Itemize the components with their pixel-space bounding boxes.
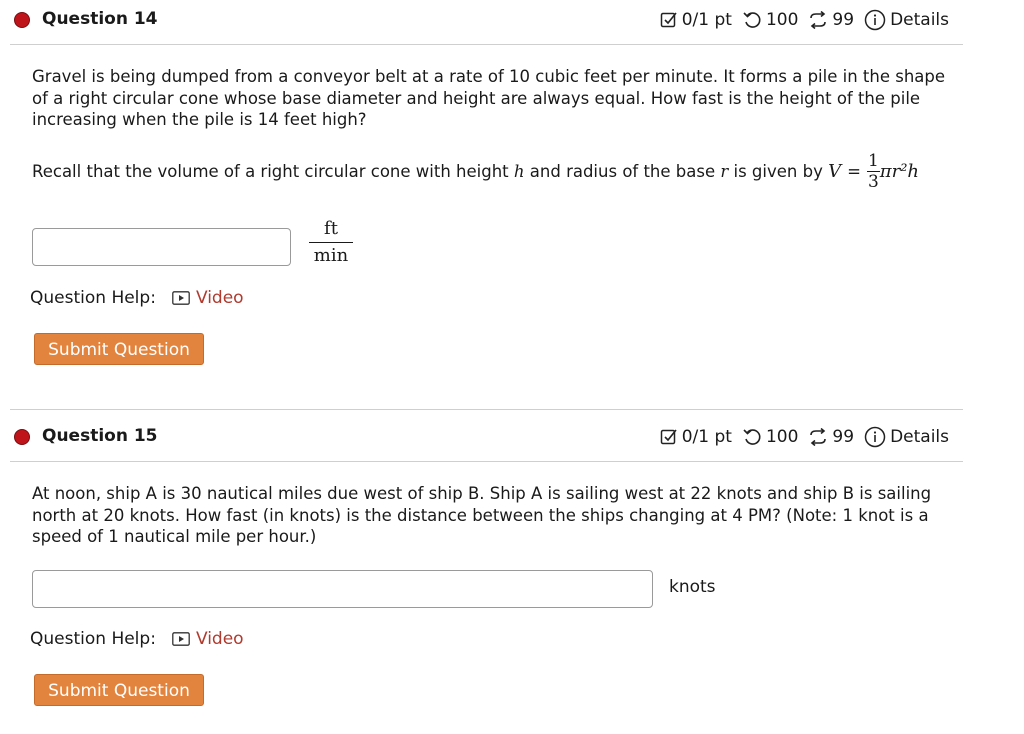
submissions-text: 99: [832, 427, 855, 447]
question-header: Question 15 0/1 pt 100 99 Details: [10, 417, 963, 462]
unit-label: knots: [669, 577, 716, 597]
checkbox-pencil-icon: [660, 12, 677, 28]
formula-lhs: V: [828, 160, 842, 182]
recall-h: h: [513, 161, 525, 181]
points-indicator: 0/1 pt: [660, 427, 732, 447]
unit-denominator: min: [313, 245, 349, 266]
submissions-indicator: 99: [808, 10, 854, 30]
details-label: Details: [890, 427, 949, 447]
info-icon: [864, 9, 886, 31]
divider: [10, 409, 963, 410]
video-link[interactable]: Video: [196, 629, 244, 649]
info-icon: [864, 426, 886, 448]
question-help: Question Help: Video: [30, 288, 244, 308]
unit-numerator: ft: [309, 218, 353, 243]
question-help: Question Help: Video: [30, 629, 244, 649]
question-15: Question 15 0/1 pt 100 99 Details At noo…: [0, 409, 1024, 734]
question-text: Gravel is being dumped from a conveyor b…: [32, 67, 946, 129]
formula-recall-text: Recall that the volume of a right circul…: [32, 152, 952, 191]
undo-icon: [743, 429, 761, 445]
submit-question-button[interactable]: Submit Question: [34, 674, 204, 706]
unit-fraction: ft min: [309, 218, 353, 266]
formula-frac-den: 3: [867, 172, 879, 192]
help-label: Question Help:: [30, 629, 156, 649]
recall-mid: and radius of the base: [524, 161, 721, 181]
undo-icon: [743, 12, 761, 28]
formula-equals: =: [847, 161, 861, 181]
submissions-text: 99: [832, 10, 855, 30]
answer-input[interactable]: [32, 228, 291, 266]
question-14: Question 14 0/1 pt 100 99 Details Gravel…: [0, 0, 1024, 400]
formula-rest: πr²h: [879, 160, 920, 182]
help-label: Question Help:: [30, 288, 156, 308]
details-link[interactable]: Details: [864, 426, 949, 448]
recall-prefix: Recall that the volume of a right circul…: [32, 161, 514, 181]
status-dot: [14, 12, 30, 28]
details-link[interactable]: Details: [864, 9, 949, 31]
points-text: 0/1 pt: [681, 10, 732, 30]
retries-indicator: 100: [742, 10, 798, 30]
question-meta: 0/1 pt 100 99 Details: [650, 426, 949, 448]
question-meta: 0/1 pt 100 99 Details: [650, 9, 949, 31]
question-header: Question 14 0/1 pt 100 99 Details: [10, 0, 963, 45]
repeat-icon: [810, 11, 827, 29]
question-title: Question 14: [42, 9, 158, 29]
question-text: At noon, ship A is 30 nautical miles due…: [32, 484, 932, 546]
status-dot: [14, 429, 30, 445]
retries-text: 100: [765, 427, 799, 447]
submit-question-button[interactable]: Submit Question: [34, 333, 204, 365]
play-box-icon: [172, 632, 190, 646]
details-label: Details: [890, 10, 949, 30]
video-link[interactable]: Video: [196, 288, 244, 308]
formula-frac-num: 1: [866, 151, 880, 172]
retries-text: 100: [765, 10, 799, 30]
question-title: Question 15: [42, 426, 158, 446]
recall-suffix: is given by: [728, 161, 829, 181]
formula-fraction: 13: [866, 151, 880, 192]
submissions-indicator: 99: [808, 427, 854, 447]
checkbox-pencil-icon: [660, 429, 677, 445]
points-text: 0/1 pt: [681, 427, 732, 447]
retries-indicator: 100: [742, 427, 798, 447]
repeat-icon: [810, 428, 827, 446]
points-indicator: 0/1 pt: [660, 10, 732, 30]
answer-input[interactable]: [32, 570, 653, 608]
play-box-icon: [172, 291, 190, 305]
